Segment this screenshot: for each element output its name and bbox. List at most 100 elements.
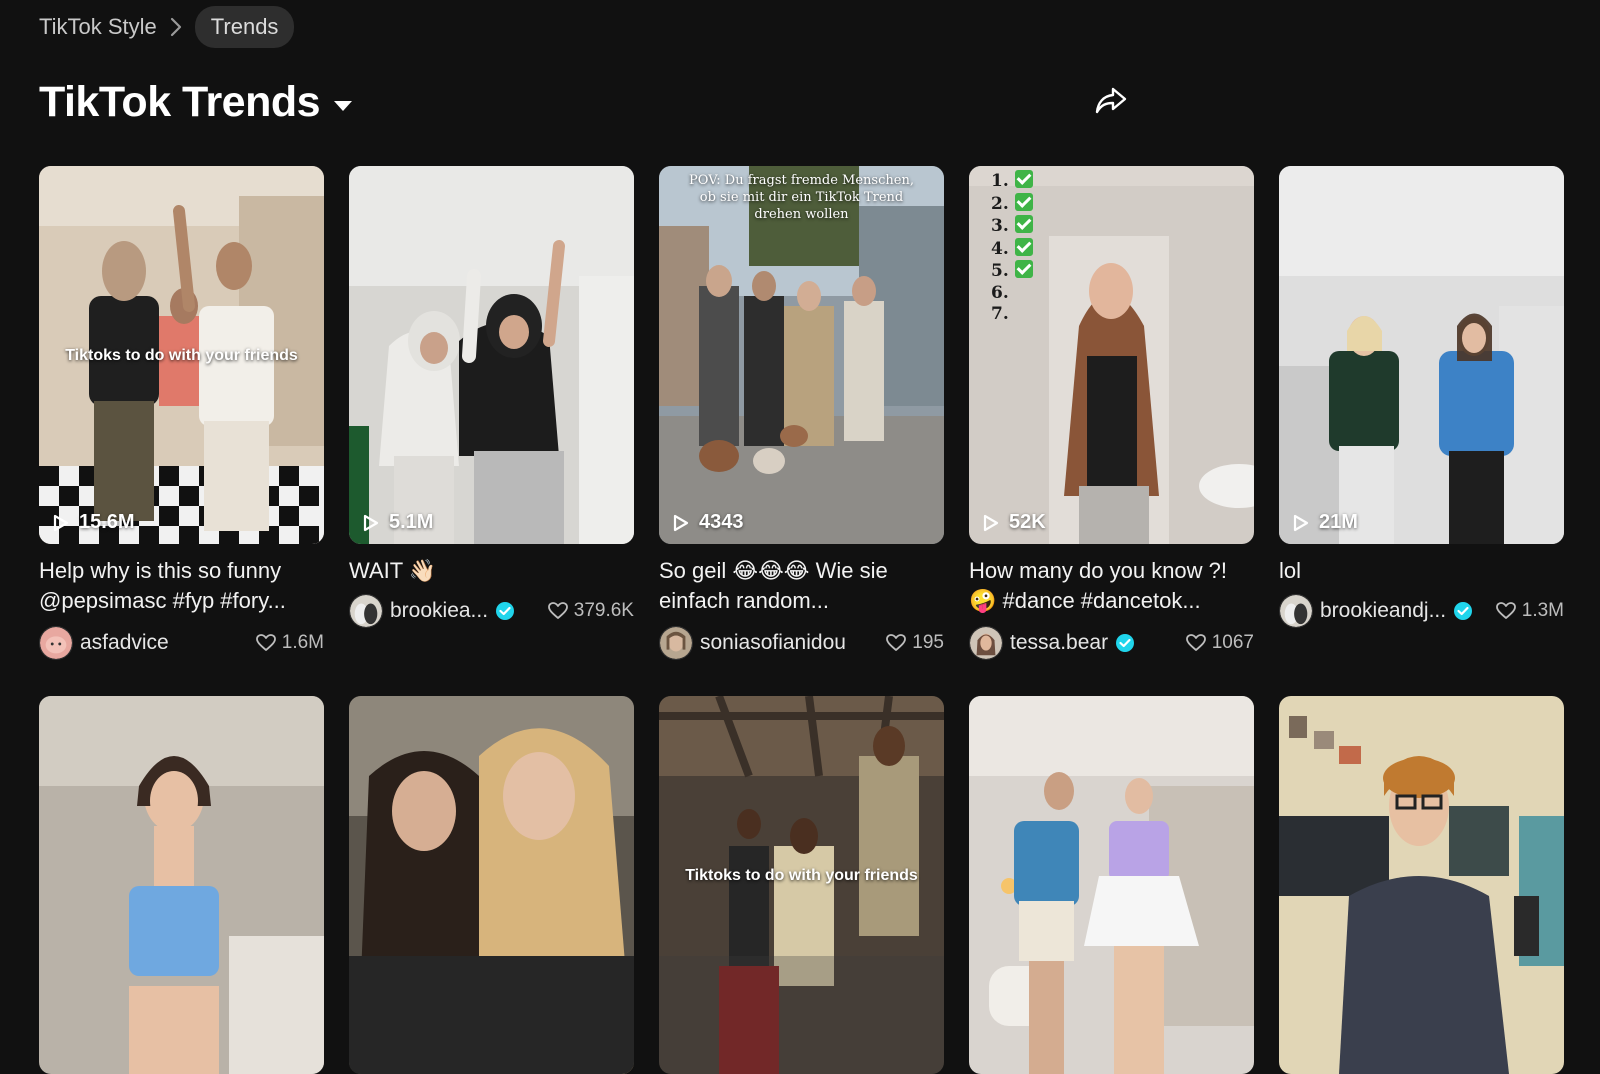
chevron-right-icon [169, 16, 183, 38]
video-thumbnail[interactable] [969, 696, 1254, 1074]
video-overlay-text: Tiktoks to do with your friends [685, 867, 918, 884]
video-grid: Tiktoks to do with your friends 15.6M He… [39, 166, 1564, 1074]
like-count: 379.6K [547, 600, 634, 622]
video-card[interactable]: 1. 2. 3. 4. 5. 6. 7. 52K How many do you… [969, 166, 1254, 696]
like-count-value: 1.6M [281, 632, 324, 653]
video-caption[interactable]: Help why is this so funny @pepsimasc #fy… [39, 556, 324, 616]
checklist-item: 7. [991, 304, 1009, 324]
breadcrumb-link-tiktok-style[interactable]: TikTok Style [39, 14, 157, 40]
caret-down-icon[interactable] [332, 99, 354, 113]
view-count-value: 21M [1319, 511, 1358, 533]
check-icon [1014, 192, 1033, 211]
play-icon [673, 514, 689, 531]
thumbnail-image [969, 696, 1254, 1074]
video-thumbnail[interactable] [1279, 696, 1564, 1074]
heart-icon [547, 602, 568, 619]
view-count: 5.1M [363, 511, 433, 534]
video-card[interactable]: Tiktoks to do with your friends 15.6M He… [39, 166, 324, 696]
video-card[interactable]: 5.1M WAIT 👋🏻 brookiea... 379.6K [349, 166, 634, 696]
check-icon [1014, 215, 1033, 233]
author-name[interactable]: tessa.bear [1010, 631, 1108, 655]
avatar[interactable] [349, 594, 383, 628]
play-icon [983, 514, 999, 531]
play-icon [53, 514, 69, 531]
thumbnail-image [39, 696, 324, 1074]
verified-badge-icon [496, 602, 515, 620]
checklist-item: 2. [991, 193, 1009, 214]
thumbnail-image [349, 696, 634, 1074]
breadcrumb-current-trends[interactable]: Trends [194, 6, 295, 48]
view-count: 52K [983, 511, 1046, 534]
video-card[interactable]: Tiktoks to do with your friends [659, 696, 944, 1074]
avatar[interactable] [39, 626, 73, 660]
share-button[interactable] [1094, 83, 1128, 117]
video-caption[interactable]: So geil 😂😂😂 Wie sie einfach random... [659, 556, 944, 616]
heart-icon [886, 634, 907, 651]
like-count: 1.3M [1495, 600, 1564, 622]
video-thumbnail[interactable]: Tiktoks to do with your friends [659, 696, 944, 1074]
video-caption[interactable]: WAIT 👋🏻 [349, 556, 634, 586]
video-card[interactable] [39, 696, 324, 1074]
play-icon [363, 514, 379, 531]
author[interactable]: brookieandj... [1279, 594, 1473, 628]
check-icon [1014, 170, 1033, 188]
author-name[interactable]: soniasofianidou [700, 631, 846, 655]
checklist-item: 1. [991, 171, 1009, 191]
like-count: 1067 [1185, 632, 1254, 654]
video-caption[interactable]: How many do you know ?! 🤪 #dance #dancet… [969, 556, 1254, 616]
video-meta: tessa.bear 1067 [969, 626, 1254, 660]
share-icon [1095, 87, 1127, 114]
heart-icon [1185, 634, 1206, 651]
verified-badge-icon [1116, 634, 1135, 652]
video-meta: brookieandj... 1.3M [1279, 594, 1564, 628]
like-count-value: 1.3M [1521, 600, 1564, 621]
video-thumbnail[interactable] [349, 696, 634, 1074]
author[interactable]: tessa.bear [969, 626, 1135, 660]
like-count: 1.6M [255, 632, 324, 654]
view-count-value: 15.6M [79, 511, 135, 533]
checklist-item: 4. [991, 238, 1009, 259]
view-count-value: 4343 [699, 511, 744, 533]
like-count-value: 195 [912, 632, 944, 653]
video-card[interactable] [349, 696, 634, 1074]
author-name[interactable]: asfadvice [80, 631, 169, 655]
checklist-item: 5. [991, 261, 1009, 281]
author[interactable]: asfadvice [39, 626, 169, 660]
video-thumbnail[interactable] [39, 696, 324, 1074]
video-meta: brookiea... 379.6K [349, 594, 634, 628]
video-caption[interactable]: lol [1279, 556, 1564, 586]
thumbnail-image [349, 166, 634, 544]
like-count: 195 [886, 632, 944, 654]
video-card[interactable] [969, 696, 1254, 1074]
video-thumbnail[interactable]: POV: Du fragst fremde Menschen, ob sie m… [659, 166, 944, 544]
heart-icon [1495, 602, 1516, 619]
avatar[interactable] [969, 626, 1003, 660]
view-count: 4343 [673, 511, 744, 534]
avatar[interactable] [659, 626, 693, 660]
view-count: 15.6M [53, 511, 135, 534]
view-count-value: 52K [1009, 511, 1046, 533]
video-card[interactable]: 21M lol brookieandj... 1.3M [1279, 166, 1564, 696]
video-checklist: 1. 2. 3. 4. 5. 6. 7. [991, 170, 1033, 326]
author[interactable]: brookiea... [349, 594, 515, 628]
heart-icon [255, 634, 276, 651]
video-thumbnail[interactable]: 21M [1279, 166, 1564, 544]
view-count: 21M [1293, 511, 1358, 534]
video-thumbnail[interactable]: Tiktoks to do with your friends 15.6M [39, 166, 324, 544]
check-icon [1014, 260, 1033, 278]
thumbnail-image [1279, 696, 1564, 1074]
video-thumbnail[interactable]: 1. 2. 3. 4. 5. 6. 7. 52K [969, 166, 1254, 544]
author[interactable]: soniasofianidou [659, 626, 846, 660]
page-title: TikTok Trends [39, 77, 321, 126]
video-thumbnail[interactable]: 5.1M [349, 166, 634, 544]
video-card[interactable] [1279, 696, 1564, 1074]
video-overlay-text: Tiktoks to do with your friends [65, 347, 298, 364]
avatar[interactable] [1279, 594, 1313, 628]
author-name[interactable]: brookiea... [390, 599, 488, 623]
thumbnail-image [1279, 166, 1564, 544]
video-card[interactable]: POV: Du fragst fremde Menschen, ob sie m… [659, 166, 944, 696]
title-row: TikTok Trends [39, 74, 354, 130]
author-name[interactable]: brookieandj... [1320, 599, 1446, 623]
video-meta: soniasofianidou 195 [659, 626, 944, 660]
like-count-value: 379.6K [573, 600, 634, 621]
